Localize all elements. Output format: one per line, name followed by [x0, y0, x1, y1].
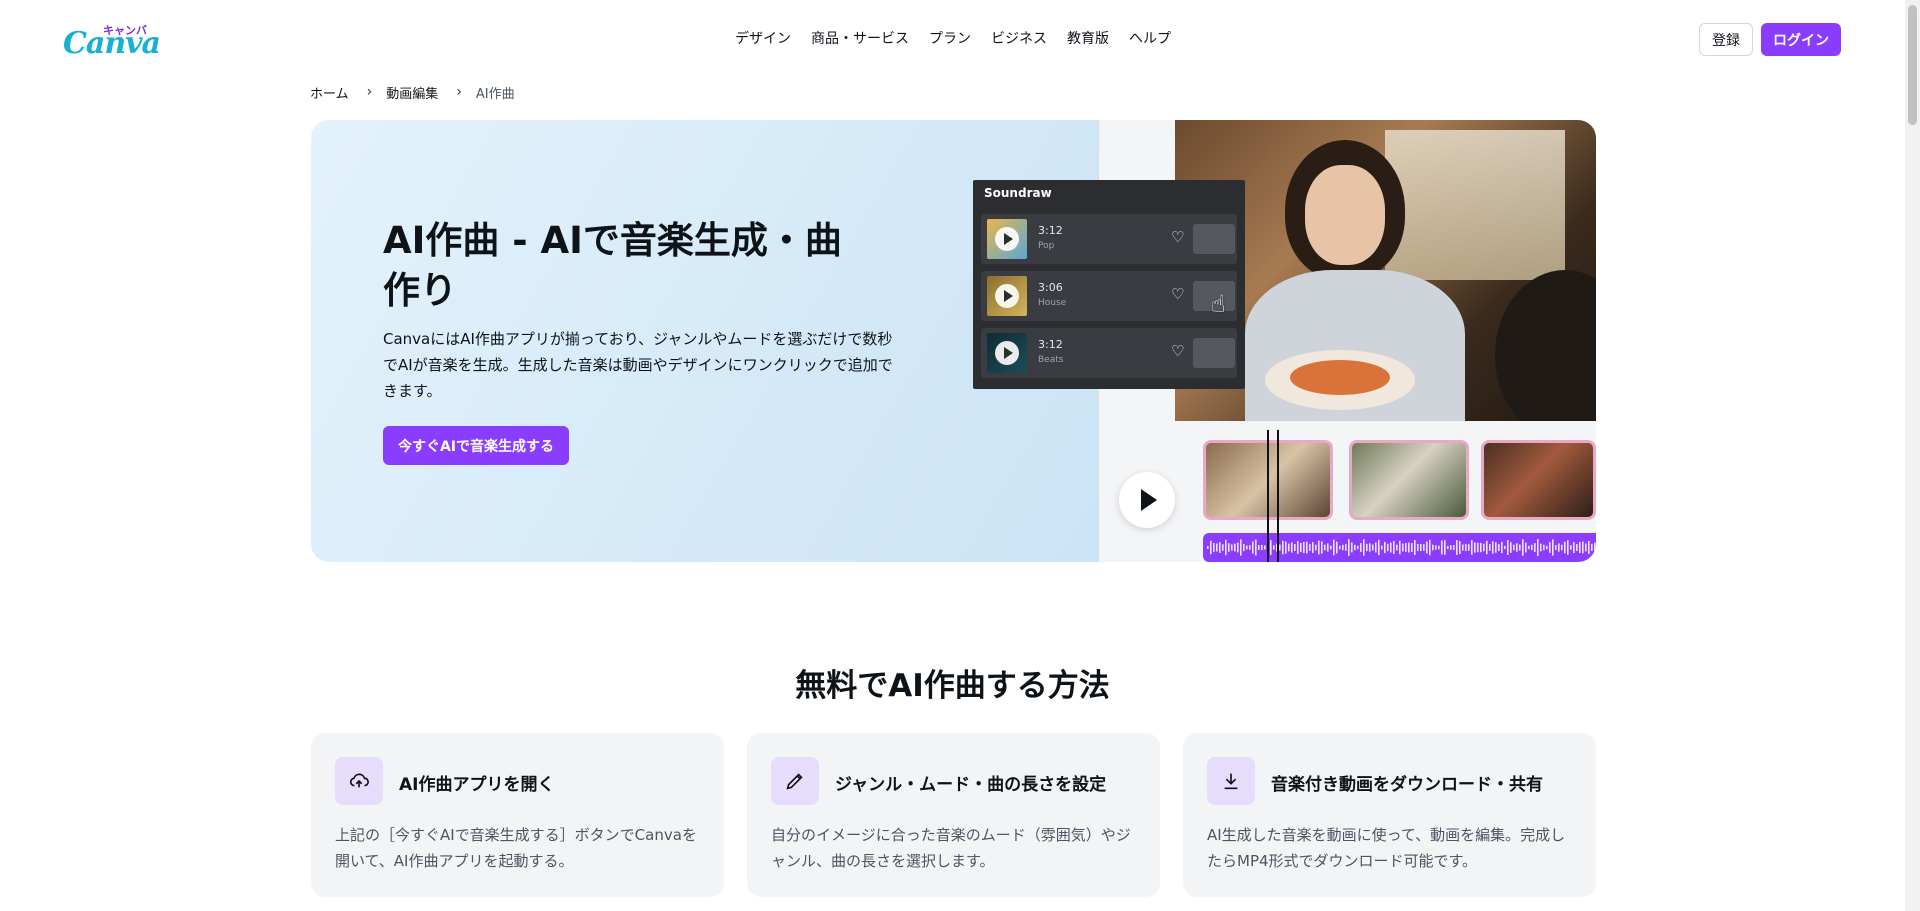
section-title: 無料でAI作曲する方法 [795, 668, 1110, 704]
track-duration: 3:12 [1038, 224, 1063, 237]
hero-banner: AI作曲 - AIで音楽生成・曲作り CanvaにはAI作曲アプリが揃っており、… [311, 120, 1596, 562]
page-scrollbar[interactable] [1905, 0, 1920, 911]
generate-music-button[interactable]: 今すぐAIで音楽生成する [383, 426, 569, 465]
track-thumbnail [987, 333, 1027, 373]
nav-item-plans[interactable]: プラン [919, 28, 981, 48]
heart-icon[interactable]: ♡ [1171, 287, 1184, 302]
waveform-icon [1207, 539, 1596, 556]
breadcrumb: ホーム › 動画編集 › AI作曲 [310, 83, 515, 102]
cloud-upload-icon [335, 757, 383, 805]
hero-title: AI作曲 - AIで音楽生成・曲作り [383, 219, 842, 312]
audio-waveform-track[interactable] [1203, 533, 1596, 562]
nav-item-products[interactable]: 商品・サービス [801, 28, 919, 48]
track-duration: 3:12 [1038, 338, 1063, 351]
card-title: 音楽付き動画をダウンロード・共有 [1271, 775, 1543, 795]
nav-item-design[interactable]: デザイン [725, 28, 801, 48]
track-row[interactable]: 3:12 Pop ♡ [981, 214, 1237, 264]
card-title: AI作曲アプリを開く [399, 775, 555, 795]
track-row[interactable]: 3:12 Beats ♡ [981, 328, 1237, 378]
play-icon[interactable] [995, 284, 1019, 308]
track-thumbnail [987, 276, 1027, 316]
scrollbar-thumb[interactable] [1908, 5, 1917, 125]
soundraw-panel: Soundraw 3:12 Pop ♡ 3:06 House ♡ 3:12 Be… [973, 180, 1245, 389]
pencil-icon [771, 757, 819, 805]
nav-item-help[interactable]: ヘルプ [1119, 28, 1181, 48]
step-card-download: 音楽付き動画をダウンロード・共有 AI生成した音楽を動画に使って、動画を編集。完… [1183, 733, 1596, 897]
breadcrumb-current: AI作曲 [475, 86, 515, 102]
login-button[interactable]: ログイン [1761, 23, 1841, 56]
playhead[interactable] [1267, 430, 1269, 562]
site-header: Canva キャンバ デザイン 商品・サービス プラン ビジネス 教育版 ヘルプ… [0, 0, 1920, 78]
track-genre: House [1038, 298, 1067, 308]
card-description: 上記の［今すぐAIで音楽生成する］ボタンでCanvaを開いて、AI作曲アプリを起… [335, 826, 697, 870]
register-button[interactable]: 登録 [1699, 23, 1753, 56]
card-description: AI生成した音楽を動画に使って、動画を編集。完成したらMP4形式でダウンロード可… [1207, 826, 1566, 870]
track-genre: Pop [1038, 241, 1055, 251]
breadcrumb-home[interactable]: ホーム [310, 83, 349, 102]
logo-kana: キャンバ [103, 24, 147, 37]
heart-icon[interactable]: ♡ [1171, 344, 1184, 359]
breadcrumb-video-edit[interactable]: 動画編集 [386, 83, 438, 102]
timeline-clip[interactable] [1481, 440, 1596, 520]
play-icon[interactable] [995, 341, 1019, 365]
chevron-right-icon: › [456, 84, 462, 100]
nav-item-business[interactable]: ビジネス [981, 28, 1057, 48]
track-thumbnail [987, 219, 1027, 259]
timeline-play-icon[interactable] [1119, 472, 1175, 528]
chevron-right-icon: › [366, 84, 373, 100]
card-title: ジャンル・ムード・曲の長さを設定 [835, 775, 1107, 795]
playhead-marker [1277, 430, 1279, 562]
card-description: 自分のイメージに合った音楽のムード（雰囲気）やジャンル、曲の長さを選択します。 [771, 826, 1131, 870]
add-track-button[interactable] [1193, 224, 1235, 254]
soundraw-title: Soundraw [984, 186, 1052, 200]
nav-item-education[interactable]: 教育版 [1057, 28, 1119, 48]
step-card-open-app: AI作曲アプリを開く 上記の［今すぐAIで音楽生成する］ボタンでCanvaを開い… [311, 733, 724, 897]
track-row[interactable]: 3:06 House ♡ [981, 271, 1237, 321]
track-duration: 3:06 [1038, 281, 1063, 294]
add-track-button[interactable] [1193, 338, 1235, 368]
download-icon [1207, 757, 1255, 805]
track-genre: Beats [1038, 355, 1064, 365]
timeline-clip[interactable] [1349, 440, 1469, 520]
canva-logo[interactable]: Canva キャンバ [63, 20, 161, 61]
hand-cursor-icon: ☝ [1211, 290, 1226, 318]
hero-description: CanvaにはAI作曲アプリが揃っており、ジャンルやムードを選ぶだけで数秒でAI… [383, 330, 893, 400]
step-card-settings: ジャンル・ムード・曲の長さを設定 自分のイメージに合った音楽のムード（雰囲気）や… [747, 733, 1160, 897]
heart-icon[interactable]: ♡ [1171, 230, 1184, 245]
play-icon[interactable] [995, 227, 1019, 251]
main-nav: デザイン 商品・サービス プラン ビジネス 教育版 ヘルプ [725, 28, 1181, 48]
